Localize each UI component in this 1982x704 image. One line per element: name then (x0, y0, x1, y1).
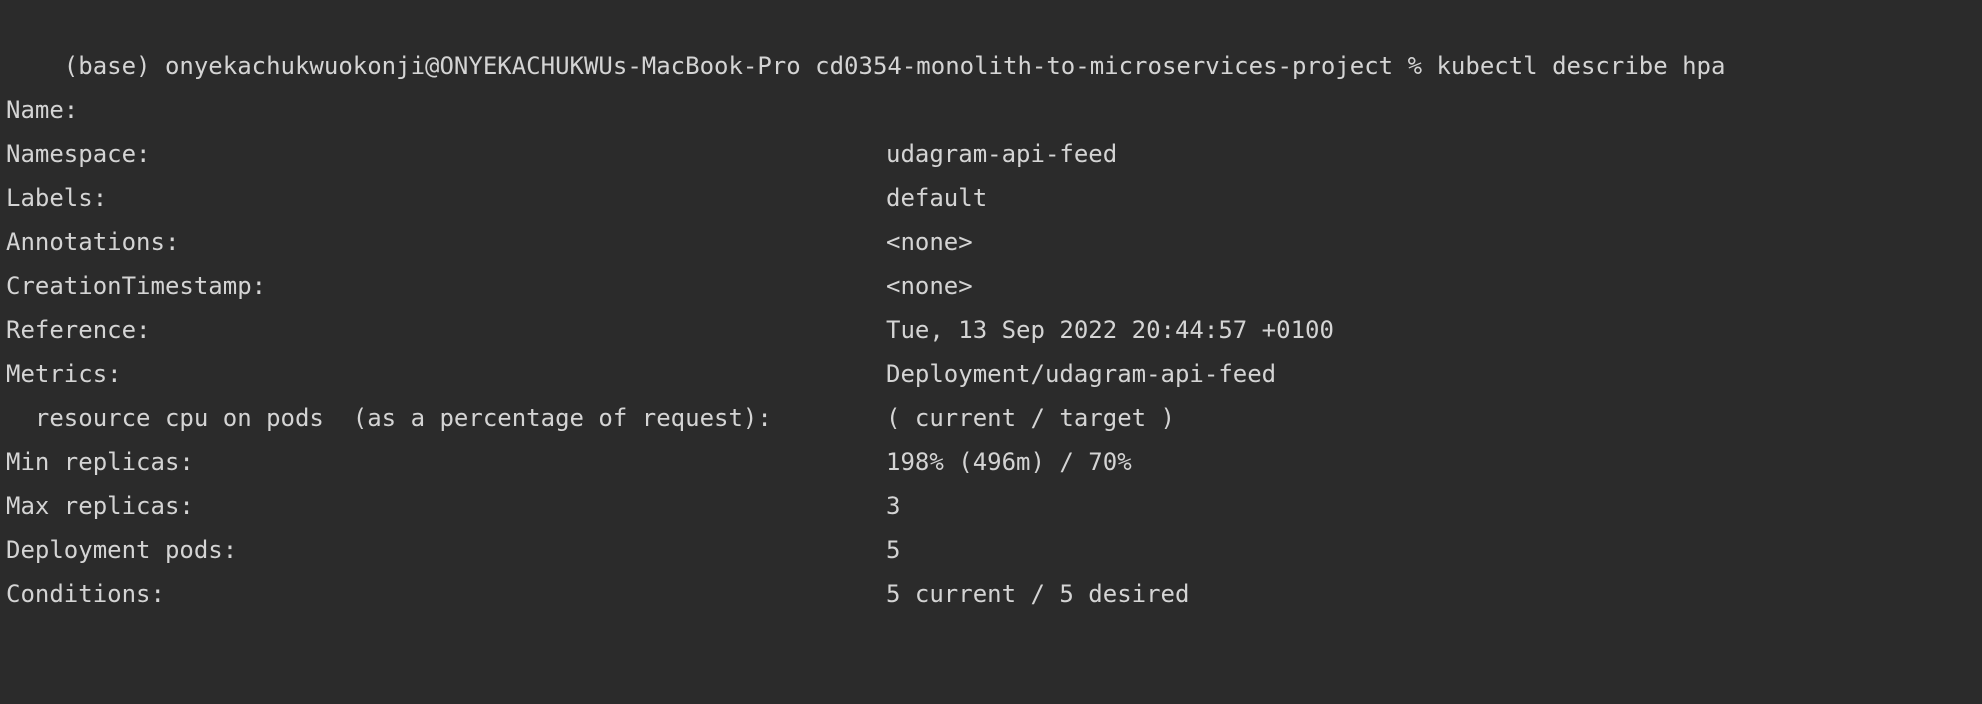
command-prompt-line: (base) onyekachukwuokonji@ONYEKACHUKWUs-… (6, 0, 1726, 80)
describe-row-annotations: Annotations: <none> (6, 176, 973, 300)
describe-row-min-replicas: Min replicas: 3 (6, 396, 900, 520)
describe-value: default (886, 184, 988, 212)
describe-value: <none> (886, 228, 973, 256)
describe-value: 5 (886, 536, 901, 564)
describe-label: Conditions: (6, 580, 165, 608)
command-prompt-text: (base) onyekachukwuokonji@ONYEKACHUKWUs-… (63, 52, 1726, 80)
describe-value: Deployment/udagram-api-feed (886, 360, 1277, 388)
describe-row-resource-cpu: resource cpu on pods (as a percentage of… (6, 352, 1132, 476)
describe-row-reference: Reference: Deployment/udagram-api-feed (6, 264, 1276, 388)
describe-row-creation-timestamp: CreationTimestamp: Tue, 13 Sep 2022 20:4… (6, 220, 1334, 344)
describe-row-name: Name: udagram-api-feed (6, 44, 1117, 168)
describe-value: 198% (496m) / 70% (886, 448, 1132, 476)
describe-value: Tue, 13 Sep 2022 20:44:57 +0100 (886, 316, 1334, 344)
describe-value: 3 (886, 492, 901, 520)
describe-value: udagram-api-feed (886, 140, 1118, 168)
terminal-output[interactable]: (base) onyekachukwuokonji@ONYEKACHUKWUs-… (6, 0, 1976, 608)
describe-row-max-replicas: Max replicas: 5 (6, 440, 900, 564)
describe-value: ( current / target ) (886, 404, 1175, 432)
describe-row-labels: Labels: <none> (6, 132, 973, 256)
describe-label: resource cpu on pods (as a percentage of… (6, 404, 772, 432)
describe-row-namespace: Namespace: default (6, 88, 987, 212)
describe-row-deployment-pods: Deployment pods: 5 current / 5 desired (6, 484, 1189, 608)
describe-row-metrics: Metrics: ( current / target ) (6, 308, 1175, 432)
describe-value: 5 current / 5 desired (886, 580, 1190, 608)
describe-value: <none> (886, 272, 973, 300)
describe-row-conditions: Conditions: (6, 528, 165, 608)
